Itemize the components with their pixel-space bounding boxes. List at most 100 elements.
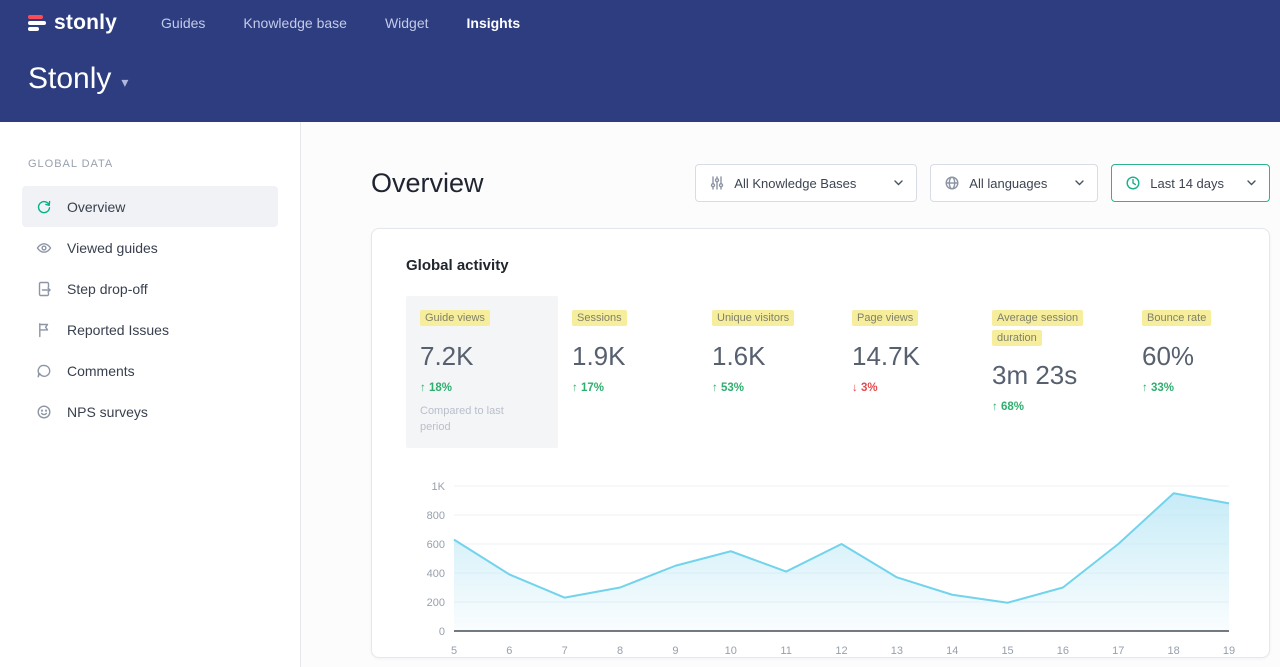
sidebar-item-reported-issues[interactable]: Reported Issues bbox=[22, 309, 278, 350]
trend-arrow-icon: ↑ bbox=[420, 382, 426, 394]
workspace-name: Stonly bbox=[28, 62, 111, 96]
nav-item-widget[interactable]: Widget bbox=[385, 15, 429, 31]
sidebar-section-label: GLOBAL DATA bbox=[28, 158, 278, 170]
metric-label: Unique visitors bbox=[712, 310, 794, 326]
metric-unique-visitors[interactable]: Unique visitors 1.6K ↑ 53% bbox=[698, 296, 838, 448]
chevron-down-icon bbox=[1247, 180, 1256, 186]
svg-text:7: 7 bbox=[562, 645, 568, 657]
sidebar-item-comments[interactable]: Comments bbox=[22, 350, 278, 391]
stonly-logo-text: stonly bbox=[54, 11, 117, 35]
svg-text:15: 15 bbox=[1001, 645, 1013, 657]
main-content: Overview All Knowledge Bases All languag… bbox=[301, 122, 1280, 667]
metric-value: 3m 23s bbox=[992, 360, 1114, 391]
trend-arrow-icon: ↓ bbox=[852, 382, 858, 394]
trend-arrow-icon: ↑ bbox=[1142, 382, 1148, 394]
nav-item-knowledge-base[interactable]: Knowledge base bbox=[243, 15, 347, 31]
filter-bar: All Knowledge Bases All languages Last 1… bbox=[695, 164, 1270, 202]
smiley-icon bbox=[35, 403, 52, 420]
metric-label: Average session duration bbox=[992, 310, 1083, 346]
clock-icon bbox=[1125, 175, 1141, 191]
date-range-dropdown[interactable]: Last 14 days bbox=[1111, 164, 1270, 202]
metric-value: 1.6K bbox=[712, 341, 824, 372]
svg-text:11: 11 bbox=[780, 645, 791, 657]
svg-text:9: 9 bbox=[672, 645, 678, 657]
flag-icon bbox=[35, 321, 52, 338]
trend-arrow-icon: ↑ bbox=[712, 382, 718, 394]
svg-text:19: 19 bbox=[1223, 645, 1235, 657]
metric-page-views[interactable]: Page views 14.7K ↓ 3% bbox=[838, 296, 978, 448]
metric-value: 60% bbox=[1142, 341, 1221, 372]
metric-delta: ↑ 17% bbox=[572, 382, 684, 394]
stonly-logo[interactable]: stonly bbox=[28, 11, 117, 35]
metric-delta: ↑ 33% bbox=[1142, 382, 1221, 394]
language-filter-dropdown[interactable]: All languages bbox=[930, 164, 1098, 202]
sidebar-item-overview[interactable]: Overview bbox=[22, 186, 278, 227]
metric-delta: ↓ 3% bbox=[852, 382, 964, 394]
svg-text:6: 6 bbox=[506, 645, 512, 657]
eye-icon bbox=[35, 239, 52, 256]
svg-text:16: 16 bbox=[1057, 645, 1069, 657]
refresh-icon bbox=[35, 198, 52, 215]
global-activity-chart: 02004006008001K5678910111213141516171819 bbox=[406, 476, 1237, 661]
step-drop-off-icon bbox=[35, 280, 52, 297]
comment-icon bbox=[35, 362, 52, 379]
svg-text:600: 600 bbox=[427, 539, 445, 551]
filter-label: Last 14 days bbox=[1150, 176, 1224, 191]
metric-sessions[interactable]: Sessions 1.9K ↑ 17% bbox=[558, 296, 698, 448]
filter-label: All Knowledge Bases bbox=[734, 176, 871, 191]
metric-guide-views[interactable]: Guide views 7.2K ↑ 18% Compared to last … bbox=[406, 296, 558, 448]
knowledge-base-filter-dropdown[interactable]: All Knowledge Bases bbox=[695, 164, 917, 202]
sidebar-item-label: Comments bbox=[67, 363, 135, 379]
sliders-icon bbox=[709, 175, 725, 191]
svg-text:400: 400 bbox=[427, 568, 445, 580]
sidebar-item-label: Viewed guides bbox=[67, 240, 158, 256]
globe-icon bbox=[944, 175, 960, 191]
svg-text:0: 0 bbox=[439, 626, 445, 638]
top-navbar: stonly Guides Knowledge base Widget Insi… bbox=[0, 0, 1280, 122]
metric-label: Page views bbox=[852, 310, 918, 326]
metric-label: Sessions bbox=[572, 310, 627, 326]
metric-value: 1.9K bbox=[572, 341, 684, 372]
page-title: Overview bbox=[371, 168, 484, 199]
svg-text:14: 14 bbox=[946, 645, 958, 657]
nav-item-guides[interactable]: Guides bbox=[161, 15, 205, 31]
global-activity-card: Global activity Guide views 7.2K ↑ 18% C… bbox=[371, 228, 1270, 658]
svg-text:13: 13 bbox=[891, 645, 903, 657]
metric-value: 7.2K bbox=[420, 341, 544, 372]
chevron-down-icon: ▾ bbox=[121, 74, 128, 91]
sidebar-item-step-drop-off[interactable]: Step drop-off bbox=[22, 268, 278, 309]
card-title: Global activity bbox=[406, 257, 1235, 274]
chevron-down-icon bbox=[1075, 180, 1084, 186]
svg-text:5: 5 bbox=[451, 645, 457, 657]
metric-delta: ↑ 53% bbox=[712, 382, 824, 394]
nav-item-insights[interactable]: Insights bbox=[467, 15, 521, 31]
svg-text:17: 17 bbox=[1112, 645, 1124, 657]
metric-label: Bounce rate bbox=[1142, 310, 1211, 326]
sidebar-item-label: NPS surveys bbox=[67, 404, 148, 420]
metric-note: Compared to last period bbox=[420, 403, 520, 436]
metric-average-session-duration[interactable]: Average session duration 3m 23s ↑ 68% bbox=[978, 296, 1128, 448]
sidebar-item-nps-surveys[interactable]: NPS surveys bbox=[22, 391, 278, 432]
filter-label: All languages bbox=[969, 176, 1052, 191]
sidebar-item-viewed-guides[interactable]: Viewed guides bbox=[22, 227, 278, 268]
metric-delta: ↑ 68% bbox=[992, 401, 1114, 413]
metric-delta: ↑ 18% bbox=[420, 382, 544, 394]
stonly-logo-icon bbox=[28, 15, 46, 31]
sidebar-item-label: Overview bbox=[67, 199, 125, 215]
svg-text:18: 18 bbox=[1168, 645, 1180, 657]
metric-label: Guide views bbox=[420, 310, 490, 326]
trend-arrow-icon: ↑ bbox=[992, 401, 998, 413]
svg-text:800: 800 bbox=[427, 510, 445, 522]
top-nav: Guides Knowledge base Widget Insights bbox=[161, 15, 520, 31]
metric-bounce-rate[interactable]: Bounce rate 60% ↑ 33% bbox=[1128, 296, 1235, 448]
svg-text:1K: 1K bbox=[432, 481, 446, 493]
svg-text:8: 8 bbox=[617, 645, 623, 657]
metrics-row: Guide views 7.2K ↑ 18% Compared to last … bbox=[406, 296, 1235, 448]
metric-value: 14.7K bbox=[852, 341, 964, 372]
svg-text:12: 12 bbox=[835, 645, 847, 657]
svg-text:10: 10 bbox=[725, 645, 737, 657]
sidebar-item-label: Step drop-off bbox=[67, 281, 148, 297]
global-activity-chart-wrap: 02004006008001K5678910111213141516171819 bbox=[406, 476, 1235, 666]
sidebar: GLOBAL DATA Overview Viewed guides Step … bbox=[0, 122, 301, 667]
workspace-selector[interactable]: Stonly ▾ bbox=[0, 46, 1280, 96]
